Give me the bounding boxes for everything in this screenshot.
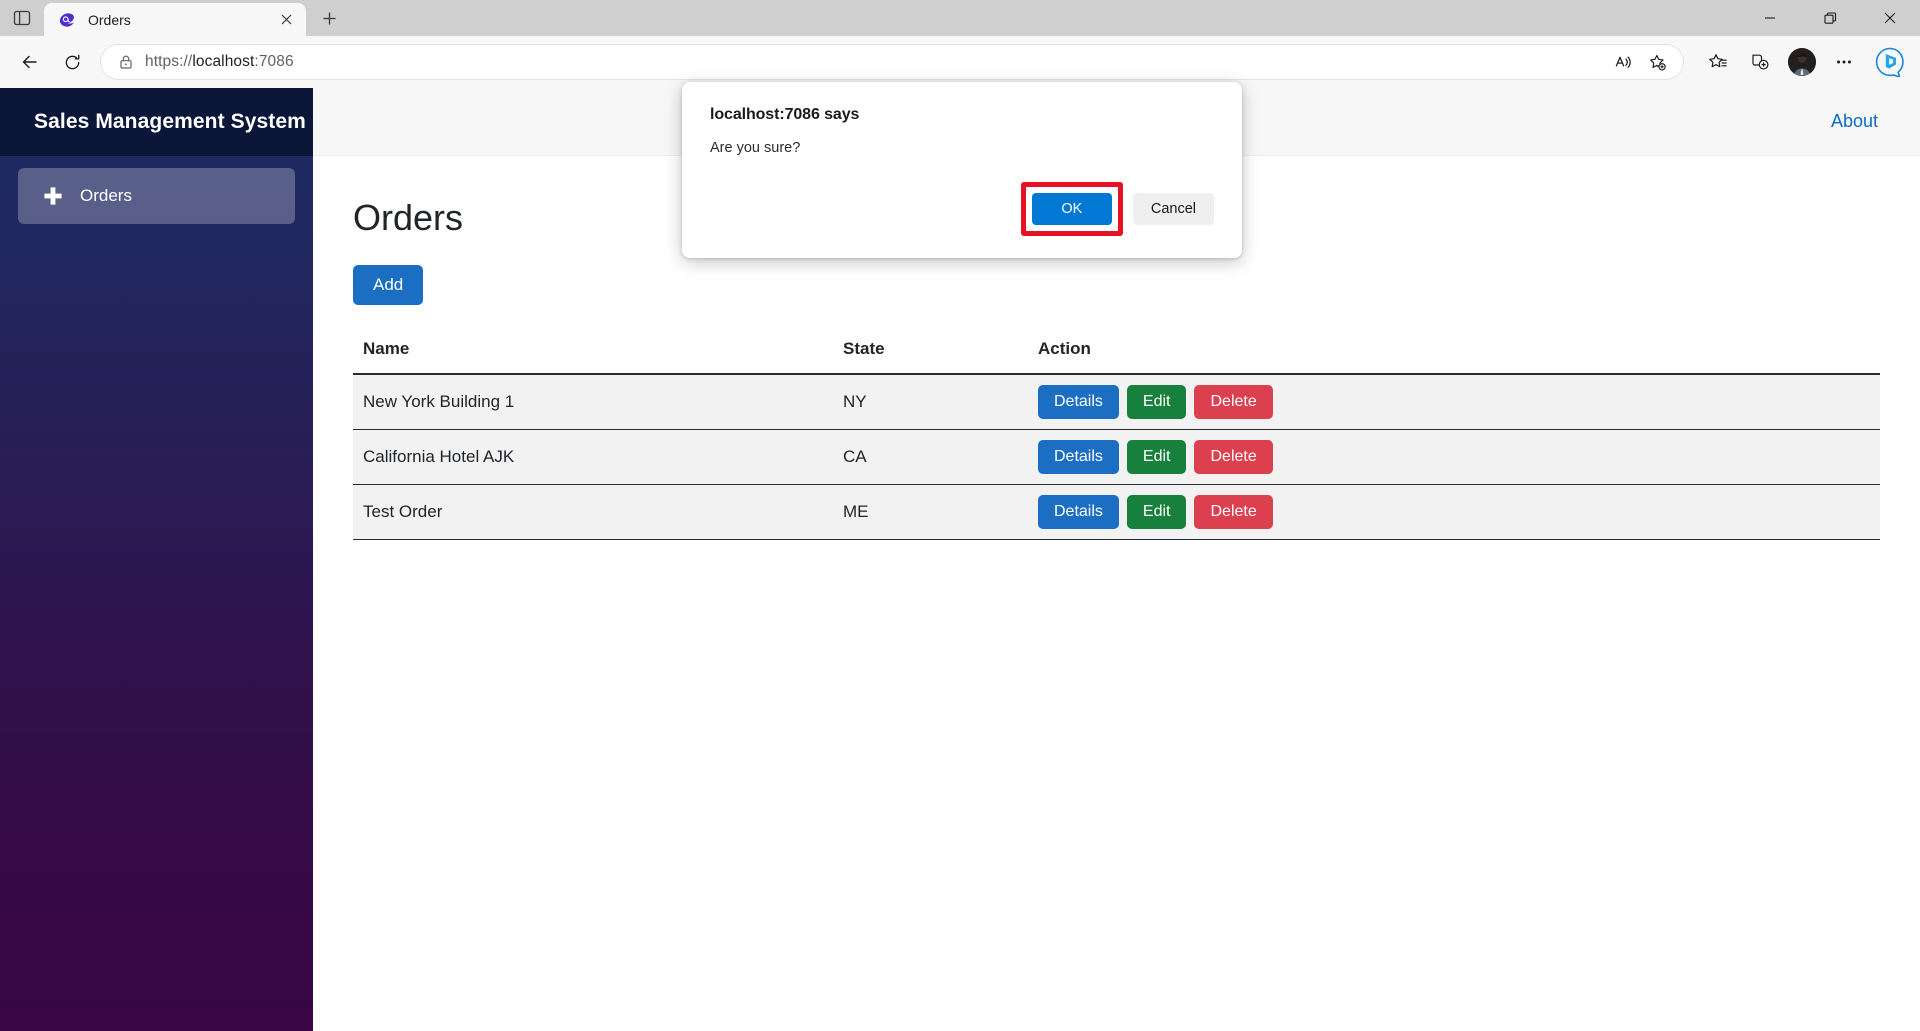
tab-strip: Orders <box>0 0 346 36</box>
cell-order-name: Test Order <box>353 484 843 541</box>
add-button[interactable]: Add <box>353 265 424 306</box>
address-bar-actions <box>1607 46 1673 78</box>
refresh-icon[interactable] <box>52 44 92 80</box>
delete-button[interactable]: Delete <box>1194 440 1273 475</box>
action-button-group: Details Edit Delete <box>1038 440 1880 475</box>
app-sidebar: Sales Management System Orders <box>0 88 313 1031</box>
column-header-state: State <box>843 339 1038 376</box>
close-icon[interactable] <box>274 8 298 32</box>
browser-window: Orders https://localhost:7086 Sales Mana… <box>0 0 1920 1031</box>
details-button[interactable]: Details <box>1038 385 1119 420</box>
toolbar-actions <box>1698 42 1910 82</box>
ok-button-highlight: OK <box>1020 182 1123 236</box>
sidebar-item-orders[interactable]: Orders <box>18 168 295 224</box>
url-host: localhost <box>192 53 255 70</box>
orders-table: Name State Action New York Building 1 NY… <box>353 339 1880 541</box>
edit-button[interactable]: Edit <box>1126 440 1187 475</box>
column-header-name: Name <box>353 339 843 376</box>
cell-order-actions: Details Edit Delete <box>1038 429 1880 486</box>
profile-avatar[interactable] <box>1782 44 1822 80</box>
more-options-icon[interactable] <box>1824 44 1864 80</box>
cell-order-state: NY <box>843 374 1038 431</box>
cell-order-state: CA <box>843 429 1038 486</box>
details-button[interactable]: Details <box>1038 495 1119 530</box>
sidebar-nav: Orders <box>0 156 313 224</box>
edit-button[interactable]: Edit <box>1126 385 1187 420</box>
table-header-row: Name State Action <box>353 339 1880 376</box>
cell-order-actions: Details Edit Delete <box>1038 484 1880 541</box>
address-bar[interactable]: https://localhost:7086 <box>100 44 1684 80</box>
dialog-heading: localhost:7086 says <box>710 106 860 123</box>
collections-icon[interactable] <box>1740 44 1780 80</box>
window-controls <box>1740 0 1920 36</box>
table-row: Test Order ME Details Edit Delete <box>353 484 1880 541</box>
column-header-action: Action <box>1038 339 1880 376</box>
app-brand-title: Sales Management System <box>34 110 306 133</box>
minimize-icon[interactable] <box>1740 0 1800 36</box>
tab-sidebar-icon[interactable] <box>0 0 44 36</box>
details-button[interactable]: Details <box>1038 440 1119 475</box>
avatar <box>1788 48 1816 76</box>
edit-button[interactable]: Edit <box>1126 495 1187 530</box>
plus-icon <box>42 185 68 207</box>
orders-table-body: New York Building 1 NY Details Edit Dele… <box>353 374 1880 541</box>
about-link[interactable]: About <box>1831 111 1878 132</box>
address-bar-url: https://localhost:7086 <box>145 53 294 71</box>
browser-tab[interactable]: Orders <box>44 3 306 36</box>
window-close-icon[interactable] <box>1860 0 1920 36</box>
cancel-button[interactable]: Cancel <box>1132 193 1214 225</box>
url-scheme: https:// <box>145 53 193 70</box>
favorites-list-icon[interactable] <box>1698 44 1738 80</box>
back-arrow-icon[interactable] <box>10 44 50 80</box>
orders-table-head: Name State Action <box>353 339 1880 376</box>
cell-order-name: California Hotel AJK <box>353 429 843 486</box>
blazor-favicon <box>58 11 76 29</box>
javascript-confirm-dialog: localhost:7086 says Are you sure? OK Can… <box>682 82 1242 258</box>
restore-icon[interactable] <box>1800 0 1860 36</box>
dialog-message: Are you sure? <box>710 140 801 156</box>
cell-order-actions: Details Edit Delete <box>1038 374 1880 431</box>
lock-icon <box>115 54 137 70</box>
cell-order-name: New York Building 1 <box>353 374 843 431</box>
action-button-group: Details Edit Delete <box>1038 495 1880 530</box>
url-port: :7086 <box>254 53 294 70</box>
sidebar-item-label: Orders <box>80 186 132 205</box>
delete-button[interactable]: Delete <box>1194 495 1273 530</box>
action-button-group: Details Edit Delete <box>1038 385 1880 420</box>
sidebar-header: Sales Management System <box>0 88 313 156</box>
table-row: California Hotel AJK CA Details Edit Del… <box>353 429 1880 486</box>
add-favorite-star-icon[interactable] <box>1641 46 1673 78</box>
browser-toolbar: https://localhost:7086 <box>0 36 1920 88</box>
new-tab-button[interactable] <box>312 1 346 35</box>
tab-title: Orders <box>88 11 131 28</box>
ok-button[interactable]: OK <box>1031 193 1112 225</box>
bing-copilot-icon[interactable] <box>1870 42 1910 82</box>
browser-titlebar: Orders <box>0 0 1920 36</box>
delete-button[interactable]: Delete <box>1194 385 1273 420</box>
page-content: Orders Add Name State Action New York Bu… <box>313 156 1920 1031</box>
dialog-actions: OK Cancel <box>710 182 1214 236</box>
table-row: New York Building 1 NY Details Edit Dele… <box>353 374 1880 431</box>
cell-order-state: ME <box>843 484 1038 541</box>
read-aloud-icon[interactable] <box>1607 46 1639 78</box>
